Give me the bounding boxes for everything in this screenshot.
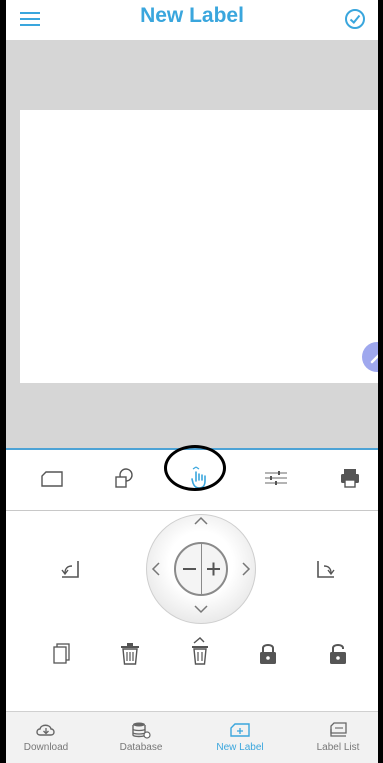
edit-pen-icon[interactable]	[362, 342, 378, 372]
trash-restore-icon[interactable]	[186, 635, 214, 669]
nav-label-new-label: New Label	[216, 742, 264, 753]
printer-icon	[341, 469, 359, 488]
nav-label-list[interactable]: Label List	[298, 712, 378, 763]
bottom-nav: Download Database New Label Label List	[6, 711, 378, 763]
move-up-icon[interactable]	[192, 514, 210, 528]
label-list-icon	[330, 722, 347, 737]
tool-tabs	[6, 450, 378, 511]
trash-icon[interactable]	[116, 640, 144, 668]
new-label-icon	[230, 723, 250, 737]
tab-label-settings[interactable]	[38, 464, 66, 492]
zoom-control	[174, 542, 228, 596]
sliders-icon	[265, 471, 287, 485]
tab-print[interactable]	[336, 464, 364, 492]
cloud-download-icon	[36, 724, 55, 736]
move-right-icon[interactable]	[239, 560, 253, 578]
tab-move-object[interactable]	[186, 464, 214, 492]
nav-label-database: Database	[119, 742, 163, 753]
nav-database[interactable]: Database	[101, 712, 181, 763]
label-preview[interactable]	[20, 110, 378, 383]
lock-icon[interactable]	[254, 640, 282, 668]
hand-touch-icon	[191, 466, 206, 489]
database-icon	[132, 722, 151, 739]
unlock-icon[interactable]	[324, 640, 352, 668]
control-panel	[6, 511, 378, 711]
top-bar: New Label	[6, 0, 378, 40]
zoom-out-button[interactable]	[176, 544, 201, 594]
zoom-in-button[interactable]	[202, 544, 226, 594]
tab-properties[interactable]	[262, 464, 290, 492]
label-canvas-area[interactable]	[6, 40, 378, 448]
rotate-left-icon[interactable]	[56, 555, 84, 583]
nav-label-download: Download	[23, 742, 69, 753]
check-circle-icon[interactable]	[344, 8, 366, 30]
page-title: New Label	[140, 4, 244, 27]
label-shape-icon	[41, 471, 63, 487]
move-down-icon[interactable]	[192, 602, 210, 616]
nav-new-label[interactable]: New Label	[200, 712, 280, 763]
app-screen: New Label Download Database New Label La…	[6, 0, 378, 763]
move-left-icon[interactable]	[149, 560, 163, 578]
tab-add-object[interactable]	[110, 464, 138, 492]
nav-label-label-list: Label List	[316, 742, 360, 753]
copy-icon[interactable]	[48, 640, 76, 668]
nav-download[interactable]: Download	[6, 712, 86, 763]
shapes-icon	[115, 468, 133, 488]
rotate-right-icon[interactable]	[312, 555, 340, 583]
